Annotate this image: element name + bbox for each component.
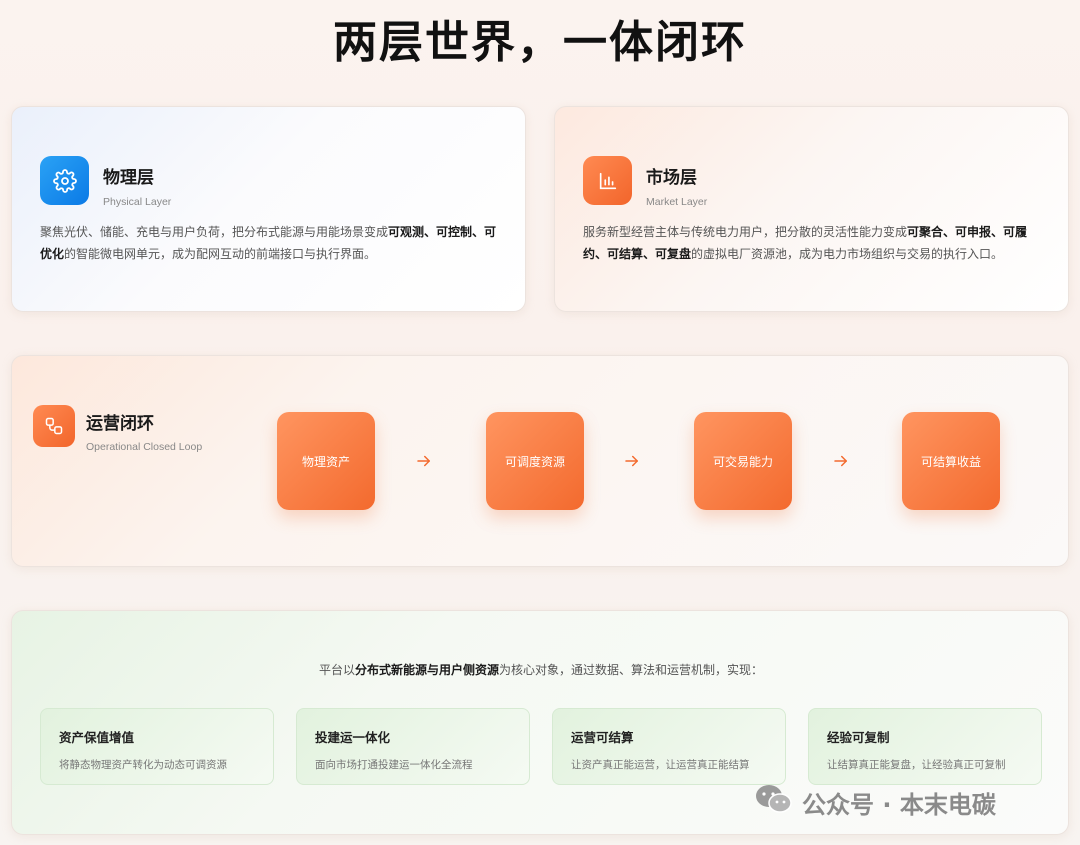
operational-loop-card: 运营闭环 Operational Closed Loop 物理资产 可调度资源 … <box>11 355 1069 567</box>
loop-step: 可调度资源 <box>486 412 584 510</box>
market-layer-card: 市场层 Market Layer 服务新型经营主体与传统电力用户，把分散的灵活性… <box>554 106 1069 312</box>
watermark-text: 公众号 · 本末电碳 <box>802 790 996 819</box>
feature-desc: 让结算真正能复盘，让经验真正可复制 <box>827 759 1006 771</box>
operational-loop-title: 运营闭环 <box>86 414 154 434</box>
loop-step: 可结算收益 <box>902 412 1000 510</box>
physical-layer-description: 聚焦光伏、储能、充电与用户负荷，把分布式能源与用能场景变成可观测、可控制、可优化… <box>40 225 497 261</box>
feature-title: 投建运一体化 <box>315 730 391 745</box>
link-nodes-icon <box>33 405 75 447</box>
feature-desc: 将静态物理资产转化为动态可调资源 <box>59 759 227 771</box>
market-layer-subtitle: Market Layer <box>646 196 708 208</box>
physical-layer-subtitle: Physical Layer <box>103 196 172 208</box>
arrow-right-icon <box>413 450 435 472</box>
market-layer-description: 服务新型经营主体与传统电力用户，把分散的灵活性能力变成可聚合、可申报、可履约、可… <box>583 225 1028 261</box>
feature-desc: 面向市场打通投建运一体化全流程 <box>315 759 473 771</box>
arrow-right-icon <box>621 450 643 472</box>
physical-layer-title: 物理层 <box>103 168 154 188</box>
wechat-icon <box>754 783 794 821</box>
market-layer-title: 市场层 <box>646 168 697 188</box>
feature-card: 运营可结算 让资产真正能运营，让运营真正能结算 <box>552 708 786 785</box>
gear-icon <box>40 156 89 205</box>
loop-step: 物理资产 <box>277 412 375 510</box>
feature-title: 运营可结算 <box>571 730 634 745</box>
feature-card: 资产保值增值 将静态物理资产转化为动态可调资源 <box>40 708 274 785</box>
operational-loop-subtitle: Operational Closed Loop <box>86 441 203 453</box>
page-title: 两层世界，一体闭环 <box>333 17 747 68</box>
arrow-right-icon <box>830 450 852 472</box>
feature-desc: 让资产真正能运营，让运营真正能结算 <box>571 759 750 771</box>
feature-title: 经验可复制 <box>827 730 890 745</box>
loop-step: 可交易能力 <box>694 412 792 510</box>
watermark: 公众号 · 本末电碳 <box>754 785 996 819</box>
platform-intro: 平台以分布式新能源与用户侧资源为核心对象，通过数据、算法和运营机制，实现： <box>318 663 764 677</box>
physical-layer-card: 物理层 Physical Layer 聚焦光伏、储能、充电与用户负荷，把分布式能… <box>11 106 526 312</box>
feature-card: 投建运一体化 面向市场打通投建运一体化全流程 <box>296 708 530 785</box>
feature-card: 经验可复制 让结算真正能复盘，让经验真正可复制 <box>808 708 1042 785</box>
bar-chart-icon <box>583 156 632 205</box>
feature-title: 资产保值增值 <box>59 730 135 745</box>
